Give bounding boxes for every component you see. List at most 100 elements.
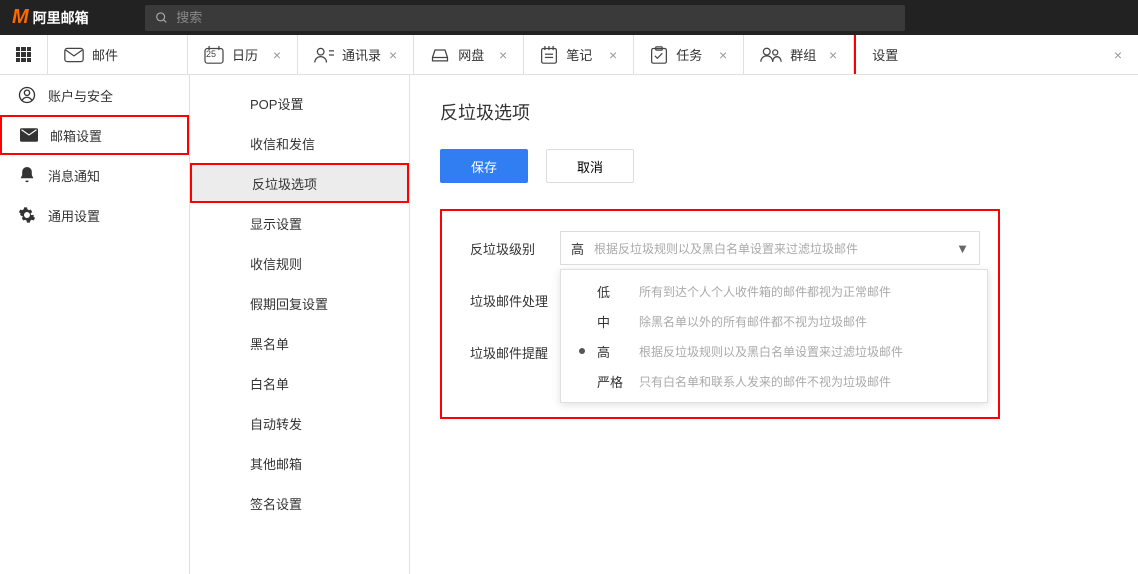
dd-label: 严格 (597, 372, 627, 391)
select-display[interactable]: 高 根据反垃圾规则以及黑白名单设置来过滤垃圾邮件 ▼ (560, 231, 980, 265)
sidebar2-item-vacation[interactable]: 假期回复设置 (190, 283, 409, 323)
logo[interactable]: M 阿里邮箱 (0, 6, 101, 29)
dropdown-item-strict[interactable]: 严格 只有白名单和联系人发来的邮件不视为垃圾邮件 (561, 366, 987, 396)
tab-label: 邮件 (92, 45, 118, 64)
selected-bullet-icon (579, 348, 585, 354)
cancel-button[interactable]: 取消 (546, 149, 634, 183)
dropdown-item-high[interactable]: 高 根据反垃圾规则以及黑白名单设置来过滤垃圾邮件 (561, 336, 987, 366)
tab-label: 任务 (676, 45, 702, 64)
sidebar-item-label: 邮箱设置 (50, 126, 102, 145)
close-icon[interactable]: × (273, 47, 281, 63)
tab-label: 设置 (872, 45, 898, 64)
sidebar2-item-pop[interactable]: POP设置 (190, 83, 409, 123)
chevron-down-icon: ▼ (956, 241, 969, 256)
spam-level-dropdown: 低 所有到达个人个人收件箱的邮件都视为正常邮件 中 除黑名单以外的所有邮件都不视… (560, 269, 988, 403)
tab-label: 网盘 (458, 45, 484, 64)
sidebar2-item-label: 自动转发 (250, 414, 302, 433)
tab-label: 日历 (232, 45, 258, 64)
sidebar-item-account-security[interactable]: 账户与安全 (0, 75, 189, 115)
content-area: 反垃圾选项 保存 取消 反垃圾级别 高 根据反垃圾规则以及黑白名单设置来过滤垃圾… (410, 75, 1138, 574)
close-icon[interactable]: × (1114, 47, 1122, 63)
sidebar2-item-blacklist[interactable]: 黑名单 (190, 323, 409, 363)
tab-groups[interactable]: 群组 × (744, 35, 854, 74)
sidebar2-item-whitelist[interactable]: 白名单 (190, 363, 409, 403)
sidebar-item-mail-settings[interactable]: 邮箱设置 (0, 115, 189, 155)
main-layout: 账户与安全 邮箱设置 消息通知 通用设置 POP设置 收信和发信 反垃圾选项 显… (0, 75, 1138, 574)
search-icon (155, 11, 169, 25)
spam-level-select[interactable]: 高 根据反垃圾规则以及黑白名单设置来过滤垃圾邮件 ▼ 低 所有到达个人个人收件箱… (560, 231, 980, 265)
select-desc: 根据反垃圾规则以及黑白名单设置来过滤垃圾邮件 (594, 240, 956, 257)
search-box[interactable] (145, 5, 905, 31)
sidebar-item-label: 消息通知 (48, 166, 100, 185)
sidebar2-item-forward[interactable]: 自动转发 (190, 403, 409, 443)
select-value: 高 (571, 239, 584, 258)
sidebar2-item-label: 反垃圾选项 (252, 174, 317, 193)
form-label: 垃圾邮件提醒 (460, 343, 560, 362)
tasks-icon (650, 46, 668, 64)
sidebar-item-notifications[interactable]: 消息通知 (0, 155, 189, 195)
tab-mail[interactable]: 邮件 (48, 35, 188, 74)
groups-icon (760, 47, 782, 63)
tab-settings[interactable]: 设置 × (854, 35, 1138, 74)
dropdown-item-low[interactable]: 低 所有到达个人个人收件箱的邮件都视为正常邮件 (561, 276, 987, 306)
sidebar2-item-label: 黑名单 (250, 334, 289, 353)
save-button[interactable]: 保存 (440, 149, 528, 183)
dd-label: 中 (597, 312, 627, 331)
tab-tasks[interactable]: 任务 × (634, 35, 744, 74)
sidebar2-item-label: POP设置 (250, 94, 303, 113)
form-label: 垃圾邮件处理 (460, 291, 560, 310)
gear-icon (18, 206, 36, 224)
sidebar2-item-rules[interactable]: 收信规则 (190, 243, 409, 283)
sidebar2-item-label: 假期回复设置 (250, 294, 328, 313)
sidebar2-item-other-mail[interactable]: 其他邮箱 (190, 443, 409, 483)
sidebar-item-general-settings[interactable]: 通用设置 (0, 195, 189, 235)
dd-desc: 所有到达个人个人收件箱的邮件都视为正常邮件 (639, 283, 891, 300)
mail-settings-icon (20, 126, 38, 144)
apps-button[interactable] (0, 35, 48, 74)
dd-desc: 根据反垃圾规则以及黑白名单设置来过滤垃圾邮件 (639, 343, 903, 360)
close-icon[interactable]: × (829, 47, 837, 63)
notes-icon (540, 46, 558, 64)
form-row-spam-level: 反垃圾级别 高 根据反垃圾规则以及黑白名单设置来过滤垃圾邮件 ▼ 低 所有到达个… (460, 231, 980, 265)
header-bar: M 阿里邮箱 (0, 0, 1138, 35)
user-icon (18, 86, 36, 104)
tab-label: 笔记 (566, 45, 592, 64)
tab-label: 通讯录 (342, 45, 381, 64)
sidebar2-item-label: 显示设置 (250, 214, 302, 233)
sidebar-primary: 账户与安全 邮箱设置 消息通知 通用设置 (0, 75, 190, 574)
search-input[interactable] (176, 10, 894, 25)
calendar-date-badge: 25 (206, 49, 216, 59)
bell-icon (18, 166, 36, 184)
tab-calendar[interactable]: 25 日历 × (188, 35, 298, 74)
dd-desc: 只有白名单和联系人发来的邮件不视为垃圾邮件 (639, 373, 891, 390)
drive-icon (430, 47, 450, 63)
logo-text: 阿里邮箱 (33, 8, 89, 28)
contacts-icon (314, 46, 334, 64)
close-icon[interactable]: × (499, 47, 507, 63)
close-icon[interactable]: × (609, 47, 617, 63)
sidebar2-item-send-receive[interactable]: 收信和发信 (190, 123, 409, 163)
button-row: 保存 取消 (440, 149, 1108, 183)
sidebar-item-label: 通用设置 (48, 206, 100, 225)
dd-desc: 除黑名单以外的所有邮件都不视为垃圾邮件 (639, 313, 867, 330)
close-icon[interactable]: × (719, 47, 727, 63)
sidebar2-item-label: 签名设置 (250, 494, 302, 513)
tab-notes[interactable]: 笔记 × (524, 35, 634, 74)
dropdown-item-medium[interactable]: 中 除黑名单以外的所有邮件都不视为垃圾邮件 (561, 306, 987, 336)
sidebar-secondary: POP设置 收信和发信 反垃圾选项 显示设置 收信规则 假期回复设置 黑名单 白… (190, 75, 410, 574)
mail-icon (64, 47, 84, 63)
sidebar-item-label: 账户与安全 (48, 86, 113, 105)
form-box: 反垃圾级别 高 根据反垃圾规则以及黑白名单设置来过滤垃圾邮件 ▼ 低 所有到达个… (440, 209, 1000, 419)
sidebar2-item-label: 白名单 (250, 374, 289, 393)
tab-drive[interactable]: 网盘 × (414, 35, 524, 74)
tab-label: 群组 (790, 45, 816, 64)
tabs-bar: 邮件 25 日历 × 通讯录 × 网盘 × 笔记 × 任务 × 群组 × 设置 … (0, 35, 1138, 75)
sidebar2-item-signature[interactable]: 签名设置 (190, 483, 409, 523)
tab-contacts[interactable]: 通讯录 × (298, 35, 414, 74)
sidebar2-item-display[interactable]: 显示设置 (190, 203, 409, 243)
close-icon[interactable]: × (389, 47, 397, 63)
apps-grid-icon (16, 47, 32, 63)
sidebar2-item-spam[interactable]: 反垃圾选项 (190, 163, 409, 203)
sidebar2-item-label: 其他邮箱 (250, 454, 302, 473)
sidebar2-item-label: 收信和发信 (250, 134, 315, 153)
